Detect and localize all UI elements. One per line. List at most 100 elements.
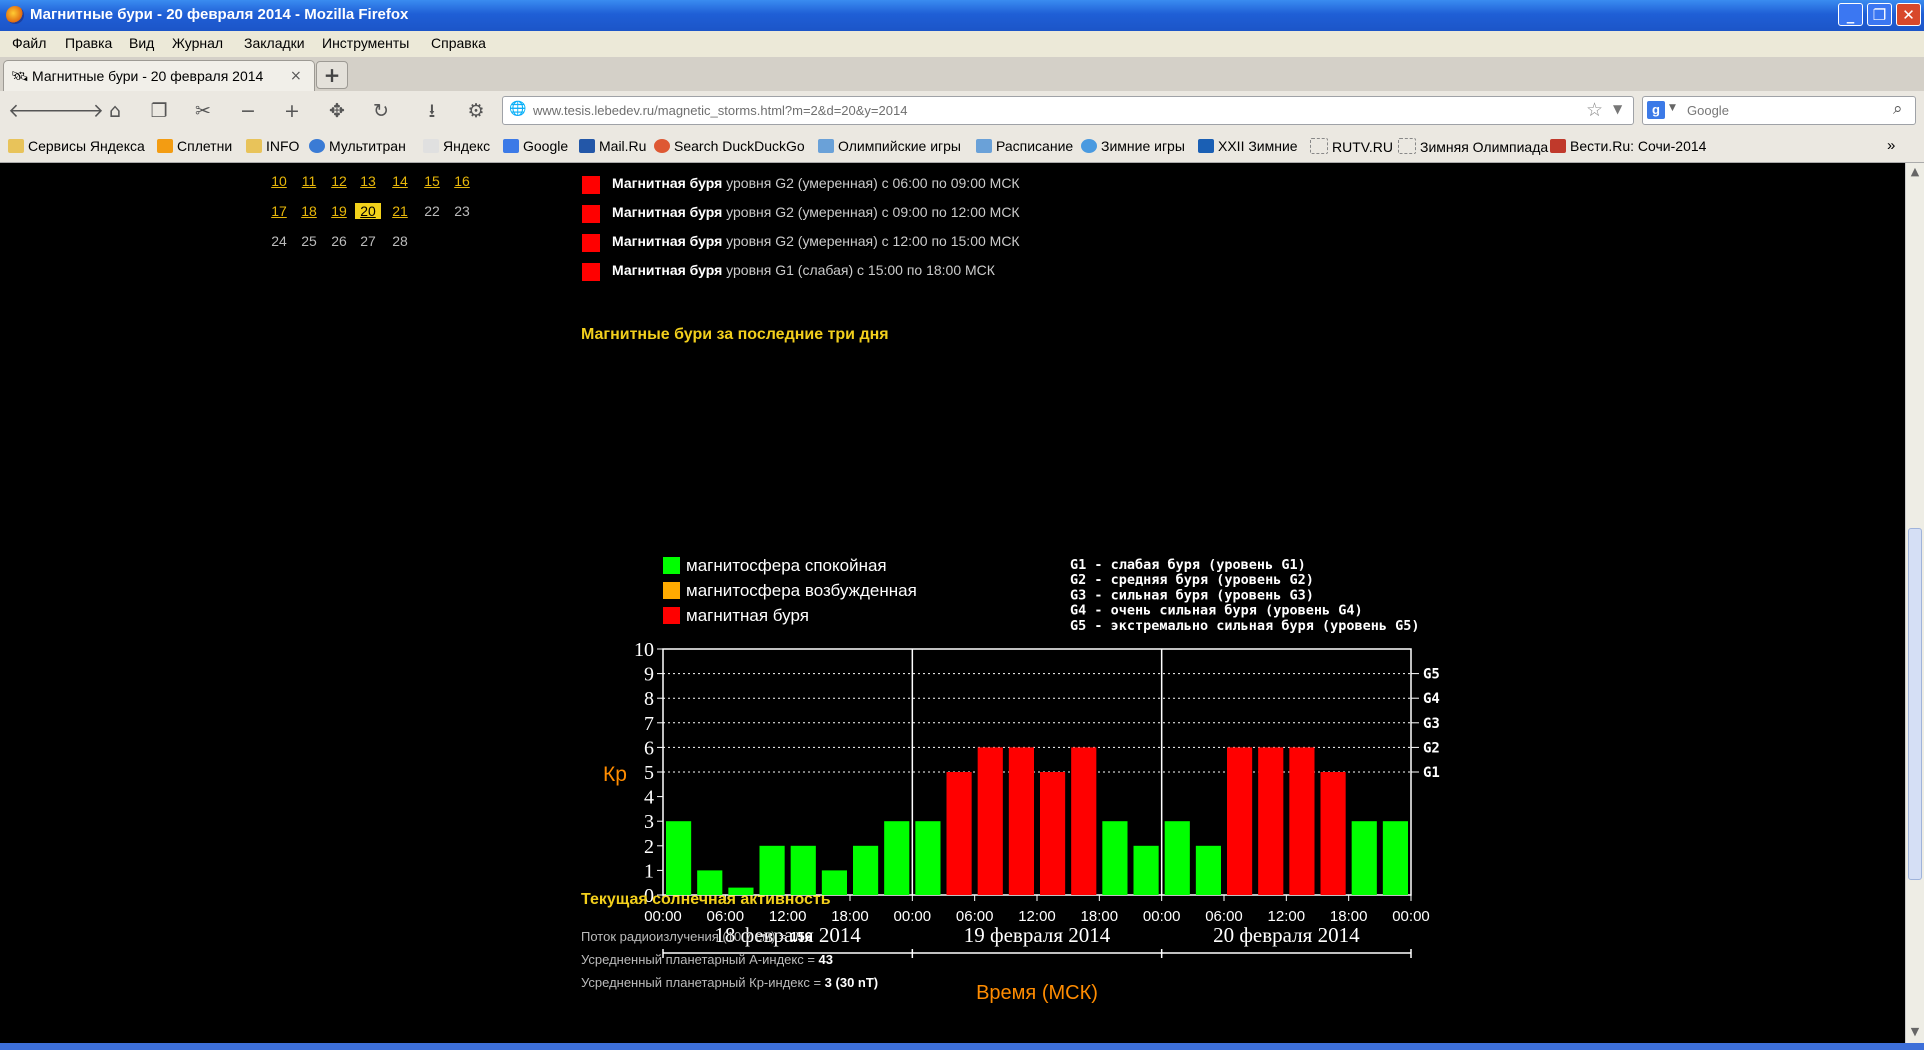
legend-label: магнитосфера возбужденная: [686, 581, 917, 600]
tab-close-icon[interactable]: ×: [290, 68, 302, 84]
y-tick-label: 1: [644, 860, 654, 882]
bookmark-item[interactable]: Сплетни: [157, 138, 232, 154]
calendar-day-19[interactable]: 19: [326, 203, 352, 219]
bar: [790, 845, 816, 895]
minimize-button[interactable]: _: [1838, 3, 1863, 26]
menu-view[interactable]: Вид: [129, 35, 154, 51]
bar: [1102, 821, 1128, 895]
g-level-label: G4: [1423, 691, 1440, 707]
y-tick-label: 5: [644, 762, 654, 784]
menu-bookmarks[interactable]: Закладки: [244, 35, 305, 51]
back-arrow-icon[interactable]: 🡐: [8, 97, 59, 125]
storm-marker: [582, 205, 600, 223]
menu-file[interactable]: Файл: [12, 35, 46, 51]
vertical-scrollbar[interactable]: ▲ ▼: [1905, 163, 1924, 1043]
y-tick-label: 9: [644, 664, 654, 686]
calendar-day-14[interactable]: 14: [387, 173, 413, 189]
calendar-day-15[interactable]: 15: [419, 173, 445, 189]
bar: [1195, 845, 1221, 895]
yandex-icon: [423, 139, 439, 153]
address-input[interactable]: www.tesis.lebedev.ru/magnetic_storms.htm…: [533, 103, 907, 118]
search-input[interactable]: Google: [1687, 103, 1729, 118]
search-bar[interactable]: g ▼ Google ⌕: [1642, 96, 1916, 125]
g-level-label: G3: [1423, 716, 1440, 732]
bookmark-item[interactable]: Зимняя Олимпиада: [1398, 138, 1548, 155]
bar: [884, 821, 910, 895]
tab-magnetic-storms[interactable]: 🛰 Магнитные бури - 20 февраля 2014 ×: [3, 60, 315, 91]
bookmark-item[interactable]: Вести.Ru: Сочи-2014: [1550, 138, 1706, 154]
bookmark-item[interactable]: Зимние игры: [1081, 138, 1185, 154]
calendar-day-16[interactable]: 16: [449, 173, 475, 189]
storm-marker: [582, 176, 600, 194]
bookmark-item[interactable]: Google: [503, 138, 568, 154]
bookmark-item[interactable]: Яндекс: [423, 138, 490, 154]
y-tick-label: 7: [644, 713, 654, 735]
download-icon[interactable]: ⭳: [414, 97, 450, 125]
y-tick-label: 3: [644, 811, 654, 833]
storm-text: Магнитная буря уровня G2 (умеренная) с 0…: [612, 175, 1020, 191]
x-axis-label: Время (МСК): [976, 982, 1098, 1004]
reload-icon[interactable]: ↻: [363, 97, 399, 125]
menu-help[interactable]: Справка: [431, 35, 486, 51]
copy-icon[interactable]: ❐: [141, 97, 177, 125]
site-identity-icon[interactable]: 🌐: [509, 101, 526, 117]
window-titlebar: Магнитные бури - 20 февраля 2014 - Mozil…: [0, 0, 1924, 31]
legend-label: магнитосфера спокойная: [686, 556, 887, 575]
menu-edit[interactable]: Правка: [65, 35, 112, 51]
new-tab-button[interactable]: +: [316, 61, 348, 89]
menu-tools[interactable]: Инструменты: [322, 35, 409, 51]
olympic-icon: [818, 139, 834, 153]
calendar-day-17[interactable]: 17: [266, 203, 292, 219]
chevron-down-icon[interactable]: ▼: [1669, 103, 1676, 113]
calendar-day-20[interactable]: 20: [355, 203, 381, 219]
section-title-three-days: Магнитные бури за последние три дня: [581, 326, 889, 343]
page-icon: [1310, 138, 1328, 154]
address-bar[interactable]: 🌐 www.tesis.lebedev.ru/magnetic_storms.h…: [502, 96, 1634, 125]
calendar-day-11[interactable]: 11: [296, 173, 322, 189]
calendar-day-18[interactable]: 18: [296, 203, 322, 219]
bar: [977, 747, 1003, 895]
fullscreen-icon[interactable]: ✥: [319, 97, 355, 125]
bookmark-item[interactable]: XXII Зимние: [1198, 138, 1298, 154]
calendar-day-21[interactable]: 21: [387, 203, 413, 219]
menu-history[interactable]: Журнал: [172, 35, 223, 51]
snowflake-icon: [1081, 139, 1097, 153]
scroll-up-icon[interactable]: ▲: [1908, 165, 1922, 179]
cut-icon[interactable]: ✂: [185, 97, 221, 125]
bar: [1164, 821, 1190, 895]
calendar-day-10[interactable]: 10: [266, 173, 292, 189]
bar: [915, 821, 941, 895]
bookmark-item[interactable]: RUTV.RU: [1310, 138, 1393, 155]
legend-label: магнитная буря: [686, 606, 809, 625]
g-level-label: G2: [1423, 740, 1440, 756]
google-logo-icon[interactable]: g: [1647, 101, 1665, 119]
close-button[interactable]: ✕: [1896, 3, 1921, 26]
zoom-in-icon[interactable]: +: [274, 97, 310, 125]
scrollbar-thumb[interactable]: [1908, 528, 1922, 880]
bookmark-item[interactable]: Олимпийские игры: [818, 138, 961, 154]
zoom-out-icon[interactable]: −: [230, 97, 266, 125]
home-icon[interactable]: ⌂: [97, 97, 133, 125]
navigation-toolbar: 🡐 🡒 ⌂ ❐ ✂ − + ✥ ↻ ⭳ ⚙ 🌐 www.tesis.lebede…: [0, 91, 1924, 133]
bookmark-item[interactable]: Mail.Ru: [579, 138, 646, 154]
calendar-day-13[interactable]: 13: [355, 173, 381, 189]
calendar-day-12[interactable]: 12: [326, 173, 352, 189]
url-dropdown-icon[interactable]: ▼: [1613, 102, 1622, 116]
bar: [1227, 747, 1253, 895]
bookmark-item[interactable]: Расписание: [976, 138, 1073, 154]
firefox-logo-icon: [6, 6, 24, 24]
calendar-day-26: 26: [331, 233, 347, 249]
addons-icon[interactable]: ⚙: [458, 97, 494, 125]
scroll-down-icon[interactable]: ▼: [1908, 1025, 1922, 1039]
duckduckgo-icon: [654, 139, 670, 153]
g-legend-entry: G5 - экстремально сильная буря (уровень …: [1070, 618, 1420, 634]
bookmark-star-icon[interactable]: ☆: [1586, 99, 1603, 121]
bookmark-item[interactable]: INFO: [246, 138, 299, 154]
search-icon[interactable]: ⌕: [1893, 99, 1903, 119]
bookmarks-overflow-icon[interactable]: »: [1887, 137, 1895, 154]
bookmark-item[interactable]: Мультитран: [309, 138, 406, 154]
maximize-button[interactable]: ❐: [1867, 3, 1892, 26]
bookmark-item[interactable]: Сервисы Яндекса: [8, 138, 145, 154]
forward-arrow-icon[interactable]: 🡒: [53, 97, 104, 125]
bookmark-item[interactable]: Search DuckDuckGo: [654, 138, 805, 154]
